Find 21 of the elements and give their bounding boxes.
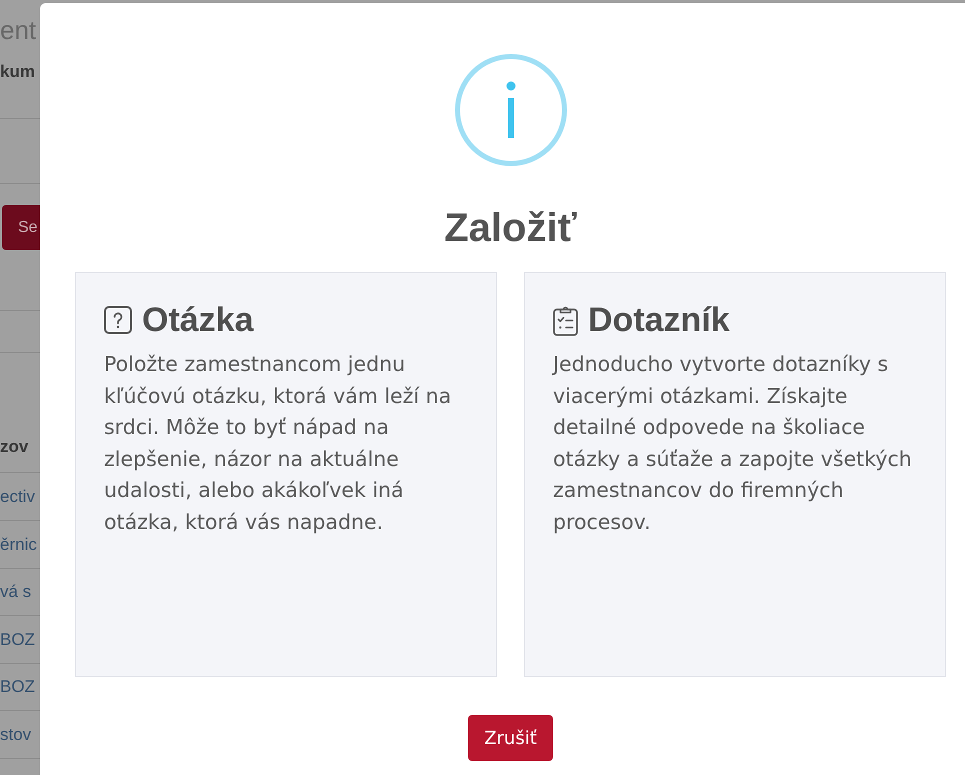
info-icon (454, 54, 566, 166)
question-square-icon (104, 306, 132, 334)
option-title: Dotazník (588, 300, 730, 340)
column-header: zov (0, 437, 30, 458)
page-heading: ent (0, 15, 38, 45)
cancel-button[interactable]: Zrušiť (468, 715, 553, 761)
page-button[interactable]: Se (2, 205, 40, 250)
option-description: Položte zamestnancom jednu kľúčovú otázku, ktorá vám leží na srdci. Môže to byť nápad na zlepšenie, názor na aktuálne udalosti, alebo akákoľvek iná otázka, ktorá vás napadne. (104, 351, 452, 536)
document-link[interactable]: BOZ (0, 630, 35, 650)
document-link[interactable]: ěrnic (0, 534, 37, 554)
section-heading: kum (0, 62, 36, 82)
option-title: Otázka (142, 300, 254, 340)
option-card[interactable]: Dotazník Jednoducho vytvorte dotazníky s viacerými otázkami. Získajte detailné odpovede na školiace otázky a súťaže a zapojte všetkých zamestnancov do firemných procesov. (524, 272, 946, 677)
option-card[interactable]: Otázka Položte zamestnancom jednu kľúčovú otázku, ktorá vám leží na srdci. Môže to byť nápad na zlepšenie, názor na aktuálne udalosti, alebo akákoľvek iná otázka, ktorá vás napadne. (75, 272, 497, 677)
option-description: Jednoducho vytvorte dotazníky s viacerými otázkami. Získajte detailné odpovede na školiace otázky a súťaže a zapojte všetkých zamestnancov do firemných procesov. (553, 351, 913, 536)
clipboard-list-icon (553, 304, 578, 336)
dialog-title: Založiť (444, 205, 577, 252)
document-link[interactable]: vá s (0, 582, 32, 602)
document-link[interactable]: BOZ (0, 677, 35, 697)
document-link[interactable]: stov (0, 724, 32, 744)
document-link[interactable]: ectiv (0, 486, 35, 506)
